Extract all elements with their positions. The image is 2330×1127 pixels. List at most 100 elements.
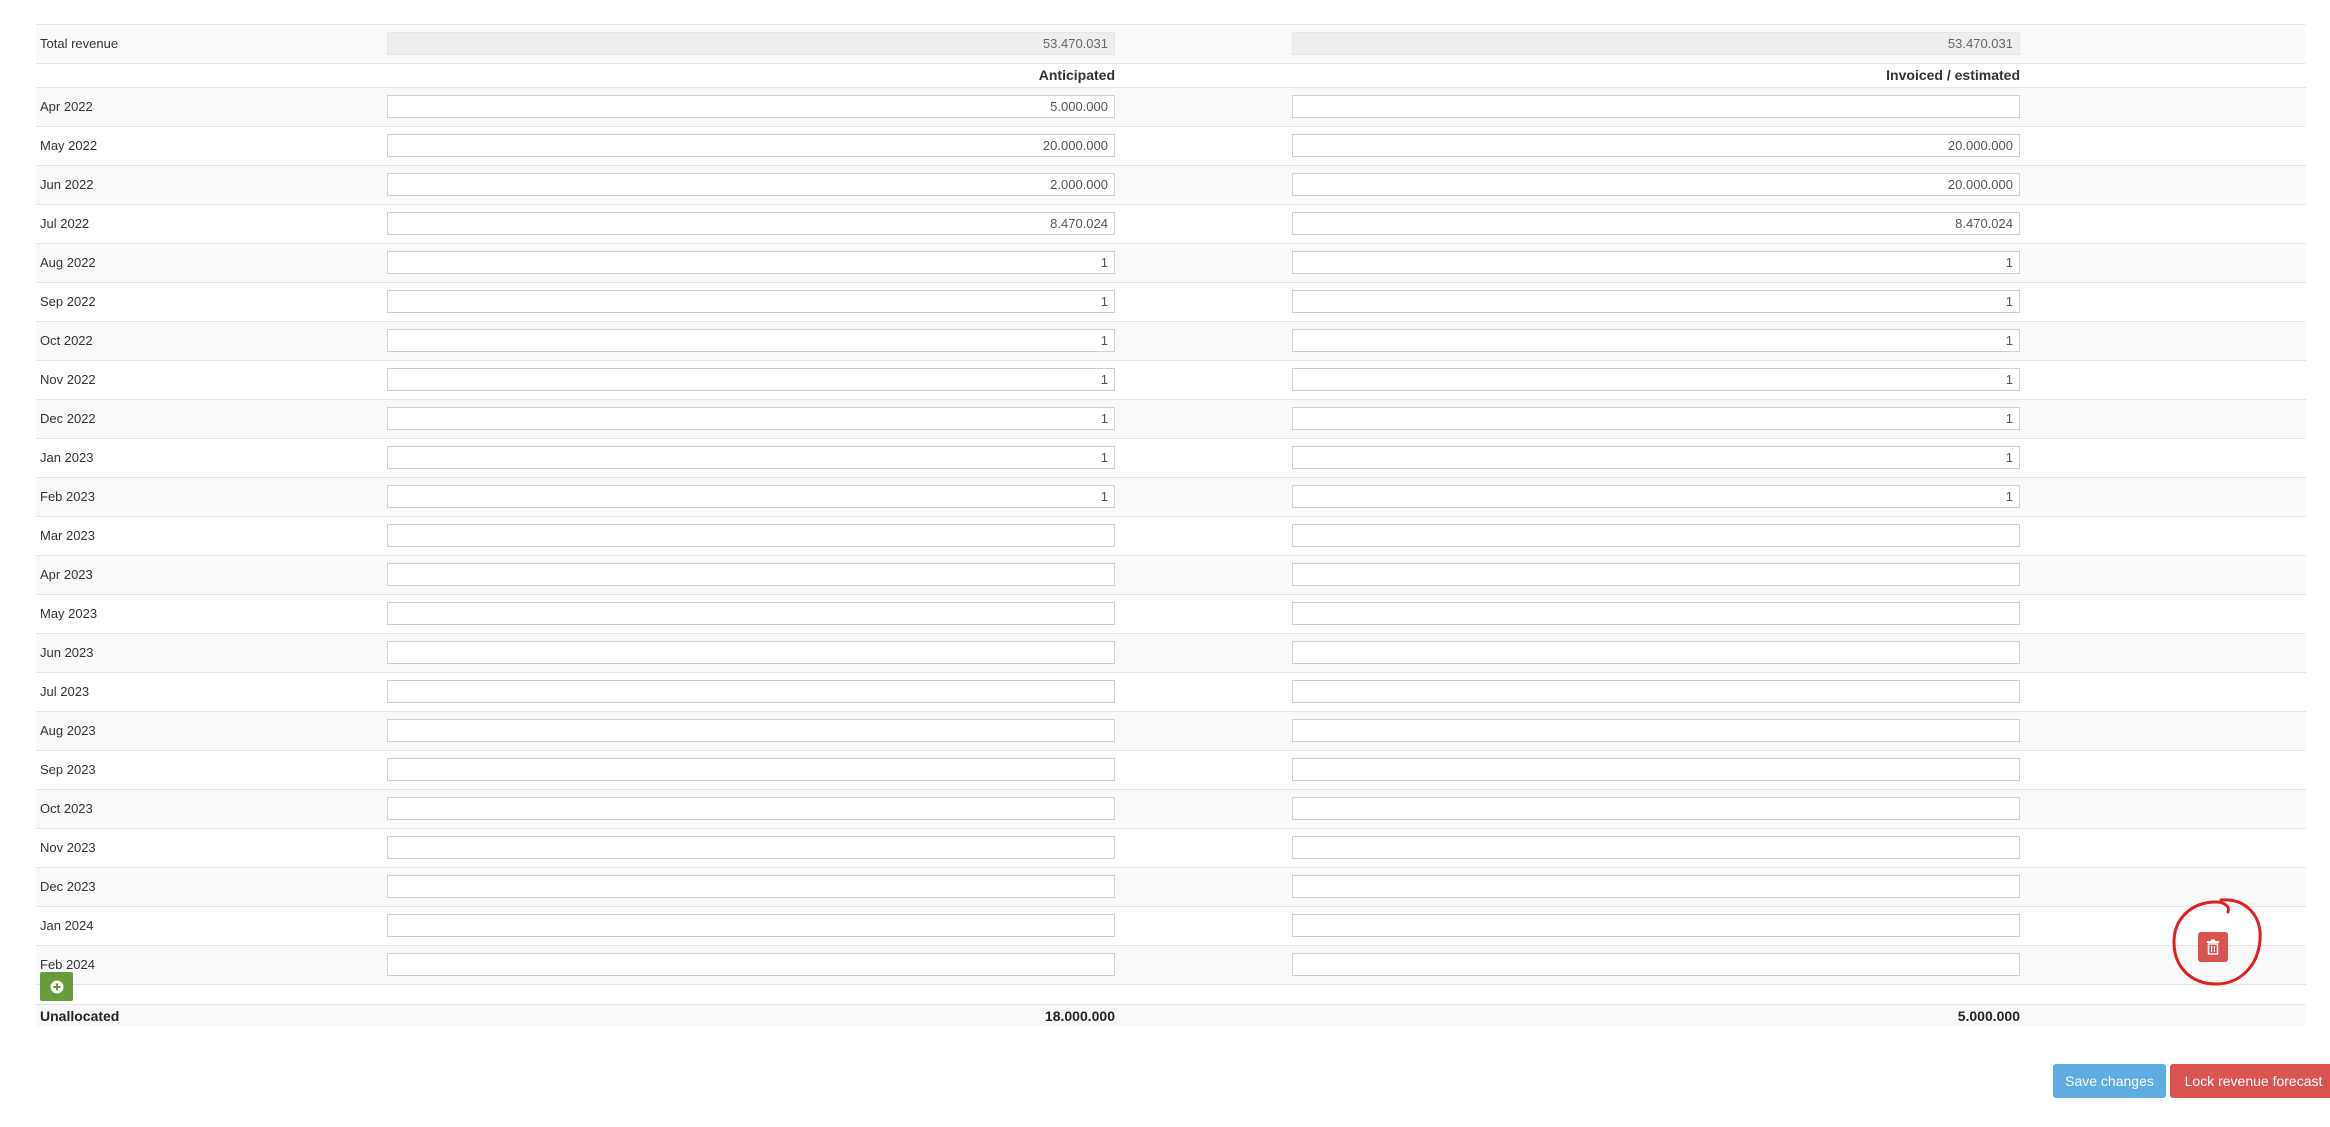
anticipated-input[interactable] bbox=[387, 836, 1115, 859]
month-label: Jul 2022 bbox=[40, 216, 90, 231]
month-row: Jan 2023 bbox=[36, 439, 2306, 478]
anticipated-input[interactable] bbox=[387, 329, 1115, 352]
month-row: Aug 2022 bbox=[36, 244, 2306, 283]
month-label: Apr 2023 bbox=[40, 567, 93, 582]
invoiced-input[interactable] bbox=[1292, 251, 2020, 274]
invoiced-input[interactable] bbox=[1292, 95, 2020, 118]
invoiced-input[interactable] bbox=[1292, 329, 2020, 352]
anticipated-input[interactable] bbox=[387, 446, 1115, 469]
add-row-button[interactable] bbox=[40, 972, 73, 1001]
month-row: Apr 2023 bbox=[36, 556, 2306, 595]
month-row: Sep 2023 bbox=[36, 751, 2306, 790]
trash-icon bbox=[2207, 939, 2219, 955]
anticipated-input[interactable] bbox=[387, 524, 1115, 547]
month-label: Sep 2023 bbox=[40, 762, 96, 777]
month-label: Jan 2024 bbox=[40, 918, 94, 933]
month-label: Jun 2022 bbox=[40, 177, 94, 192]
plus-circle-icon bbox=[50, 980, 63, 993]
month-row: Dec 2023 bbox=[36, 868, 2306, 907]
anticipated-input[interactable] bbox=[387, 173, 1115, 196]
anticipated-input[interactable] bbox=[387, 134, 1115, 157]
invoiced-input[interactable] bbox=[1292, 446, 2020, 469]
invoiced-input[interactable] bbox=[1292, 758, 2020, 781]
unallocated-invoiced: 5.000.000 bbox=[1957, 1008, 2020, 1024]
month-row: Jun 2023 bbox=[36, 634, 2306, 673]
month-row: May 2023 bbox=[36, 595, 2306, 634]
anticipated-input[interactable] bbox=[387, 875, 1115, 898]
invoiced-input[interactable] bbox=[1292, 290, 2020, 313]
invoiced-input[interactable] bbox=[1292, 563, 2020, 586]
invoiced-input[interactable] bbox=[1292, 836, 2020, 859]
month-label: Apr 2022 bbox=[40, 99, 93, 114]
anticipated-input[interactable] bbox=[387, 914, 1115, 937]
month-row: May 2022 bbox=[36, 127, 2306, 166]
month-label: Jan 2023 bbox=[40, 450, 94, 465]
total-anticipated-field bbox=[387, 32, 1115, 55]
invoiced-input[interactable] bbox=[1292, 212, 2020, 235]
month-label: Dec 2023 bbox=[40, 879, 96, 894]
invoiced-input[interactable] bbox=[1292, 173, 2020, 196]
month-label: Mar 2023 bbox=[40, 528, 95, 543]
month-label: Feb 2023 bbox=[40, 489, 95, 504]
anticipated-input[interactable] bbox=[387, 797, 1115, 820]
month-label: Aug 2022 bbox=[40, 255, 96, 270]
month-row: Dec 2022 bbox=[36, 400, 2306, 439]
save-changes-button[interactable]: Save changes bbox=[2053, 1064, 2166, 1098]
invoiced-input[interactable] bbox=[1292, 680, 2020, 703]
anticipated-input[interactable] bbox=[387, 368, 1115, 391]
anticipated-input[interactable] bbox=[387, 563, 1115, 586]
lock-revenue-forecast-button[interactable]: Lock revenue forecast bbox=[2170, 1064, 2330, 1098]
invoiced-column-header: Invoiced / estimated bbox=[1886, 67, 2020, 83]
month-row: Jul 2022 bbox=[36, 205, 2306, 244]
invoiced-input[interactable] bbox=[1292, 875, 2020, 898]
total-revenue-row: Total revenue bbox=[36, 24, 2306, 64]
invoiced-input[interactable] bbox=[1292, 719, 2020, 742]
month-label: Nov 2022 bbox=[40, 372, 96, 387]
month-label: May 2023 bbox=[40, 606, 98, 621]
invoiced-input[interactable] bbox=[1292, 368, 2020, 391]
invoiced-input[interactable] bbox=[1292, 914, 2020, 937]
delete-row-button[interactable] bbox=[2198, 932, 2228, 962]
anticipated-input[interactable] bbox=[387, 95, 1115, 118]
anticipated-input[interactable] bbox=[387, 758, 1115, 781]
total-revenue-label: Total revenue bbox=[40, 36, 119, 51]
anticipated-input[interactable] bbox=[387, 641, 1115, 664]
month-label: Nov 2023 bbox=[40, 840, 96, 855]
anticipated-input[interactable] bbox=[387, 602, 1115, 625]
anticipated-input[interactable] bbox=[387, 251, 1115, 274]
invoiced-input[interactable] bbox=[1292, 524, 2020, 547]
invoiced-input[interactable] bbox=[1292, 602, 2020, 625]
month-row: Jan 2024 bbox=[36, 907, 2306, 946]
month-row: Mar 2023 bbox=[36, 517, 2306, 556]
revenue-forecast-table: Total revenue Anticipated Invoiced / est… bbox=[36, 24, 2330, 1098]
month-row: Apr 2022 bbox=[36, 88, 2306, 127]
anticipated-input[interactable] bbox=[387, 680, 1115, 703]
month-label: Oct 2023 bbox=[40, 801, 93, 816]
month-label: Dec 2022 bbox=[40, 411, 96, 426]
invoiced-input[interactable] bbox=[1292, 641, 2020, 664]
month-label: Sep 2022 bbox=[40, 294, 96, 309]
invoiced-input[interactable] bbox=[1292, 134, 2020, 157]
invoiced-input[interactable] bbox=[1292, 485, 2020, 508]
invoiced-input[interactable] bbox=[1292, 407, 2020, 430]
month-row: Oct 2022 bbox=[36, 322, 2306, 361]
month-row: Jul 2023 bbox=[36, 673, 2306, 712]
unallocated-anticipated: 18.000.000 bbox=[1044, 1008, 1115, 1024]
anticipated-input[interactable] bbox=[387, 719, 1115, 742]
invoiced-input[interactable] bbox=[1292, 953, 2020, 976]
month-row: Feb 2023 bbox=[36, 478, 2306, 517]
month-label: Jun 2023 bbox=[40, 645, 94, 660]
anticipated-input[interactable] bbox=[387, 407, 1115, 430]
anticipated-input[interactable] bbox=[387, 485, 1115, 508]
invoiced-input[interactable] bbox=[1292, 797, 2020, 820]
month-row: Feb 2024 bbox=[36, 946, 2306, 985]
month-label: Aug 2023 bbox=[40, 723, 96, 738]
month-row: Sep 2022 bbox=[36, 283, 2306, 322]
month-label: Jul 2023 bbox=[40, 684, 90, 699]
anticipated-input[interactable] bbox=[387, 290, 1115, 313]
unallocated-label: Unallocated bbox=[40, 1008, 120, 1024]
anticipated-column-header: Anticipated bbox=[1038, 67, 1115, 83]
anticipated-input[interactable] bbox=[387, 953, 1115, 976]
total-invoiced-field bbox=[1292, 32, 2020, 55]
anticipated-input[interactable] bbox=[387, 212, 1115, 235]
